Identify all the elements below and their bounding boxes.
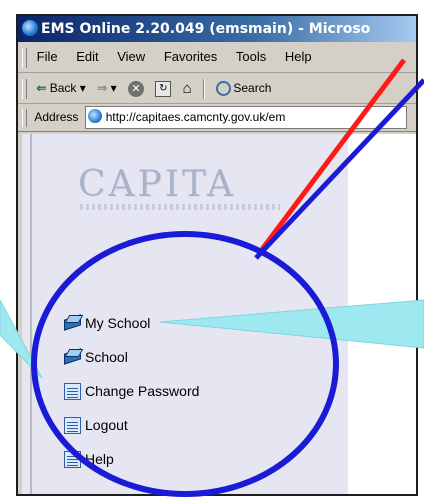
search-button[interactable]: Search xyxy=(216,73,271,103)
menu-help[interactable]: Help xyxy=(285,42,312,72)
back-button[interactable]: ⇐ Back ▾ xyxy=(36,73,85,103)
nav-item-logout[interactable]: Logout xyxy=(64,408,199,442)
home-icon: ⌂ xyxy=(182,79,192,97)
stop-button[interactable]: ✕ xyxy=(127,73,144,103)
internet-explorer-icon xyxy=(22,20,38,36)
nav-label-change-password: Change Password xyxy=(85,383,200,399)
menu-grip xyxy=(22,47,27,68)
capita-logo: CAPITA xyxy=(78,164,237,205)
logo-tagline xyxy=(80,204,280,210)
browser-window: EMS Online 2.20.049 (emsmain) - Microso … xyxy=(16,14,418,496)
nav-item-school[interactable]: School xyxy=(64,340,199,374)
search-label: Search xyxy=(233,81,272,95)
toolbar: ⇐ Back ▾ ⇒ ▾ ✕ ↻ ⌂ Search xyxy=(18,73,416,104)
book-icon xyxy=(64,349,81,366)
address-url: http://capitaes.camcnty.gov.uk/em xyxy=(105,110,286,125)
forward-arrow-icon: ⇒ xyxy=(97,81,108,95)
nav-label-help: Help xyxy=(85,451,114,467)
home-button[interactable]: ⌂ xyxy=(183,73,192,104)
address-label: Address xyxy=(34,110,79,124)
nav-item-my-school[interactable]: My School xyxy=(64,306,199,340)
back-label: Back xyxy=(49,81,77,95)
nav-menu: My School School Change Password Logout … xyxy=(64,306,199,476)
menu-favorites[interactable]: Favorites xyxy=(164,42,217,72)
document-icon xyxy=(64,416,81,434)
back-arrow-icon: ⇐ xyxy=(36,81,47,95)
forward-dropdown-icon[interactable]: ▾ xyxy=(111,81,117,95)
toolbar-separator xyxy=(203,78,206,99)
toolbar-grip xyxy=(22,78,27,99)
nav-item-change-password[interactable]: Change Password xyxy=(64,374,199,408)
document-icon xyxy=(64,382,81,400)
address-grip xyxy=(22,108,27,127)
nav-label-my-school: My School xyxy=(85,315,151,331)
menu-view[interactable]: View xyxy=(117,42,145,72)
nav-label-logout: Logout xyxy=(85,417,128,433)
page-icon xyxy=(87,109,102,124)
title-bar: EMS Online 2.20.049 (emsmain) - Microso xyxy=(18,16,416,42)
back-dropdown-icon[interactable]: ▾ xyxy=(80,81,86,95)
page-content: CAPITA My School School Change Password … xyxy=(22,134,416,494)
menu-bar: File Edit View Favorites Tools Help xyxy=(18,42,416,73)
search-icon xyxy=(216,81,232,97)
window-title: EMS Online 2.20.049 (emsmain) - Microso xyxy=(41,21,371,37)
refresh-button[interactable]: ↻ xyxy=(155,73,172,103)
document-icon xyxy=(64,450,81,468)
refresh-icon: ↻ xyxy=(155,80,172,97)
menu-file[interactable]: File xyxy=(37,42,58,72)
panel-border xyxy=(30,134,32,494)
address-bar: Address http://capitaes.camcnty.gov.uk/e… xyxy=(18,104,416,132)
nav-label-school: School xyxy=(85,349,128,365)
nav-item-help[interactable]: Help xyxy=(64,442,199,476)
stop-icon: ✕ xyxy=(127,80,144,97)
menu-tools[interactable]: Tools xyxy=(236,42,266,72)
forward-button[interactable]: ⇒ ▾ xyxy=(97,73,116,103)
address-input[interactable]: http://capitaes.camcnty.gov.uk/em xyxy=(84,106,407,130)
book-icon xyxy=(64,315,81,332)
menu-edit[interactable]: Edit xyxy=(76,42,98,72)
